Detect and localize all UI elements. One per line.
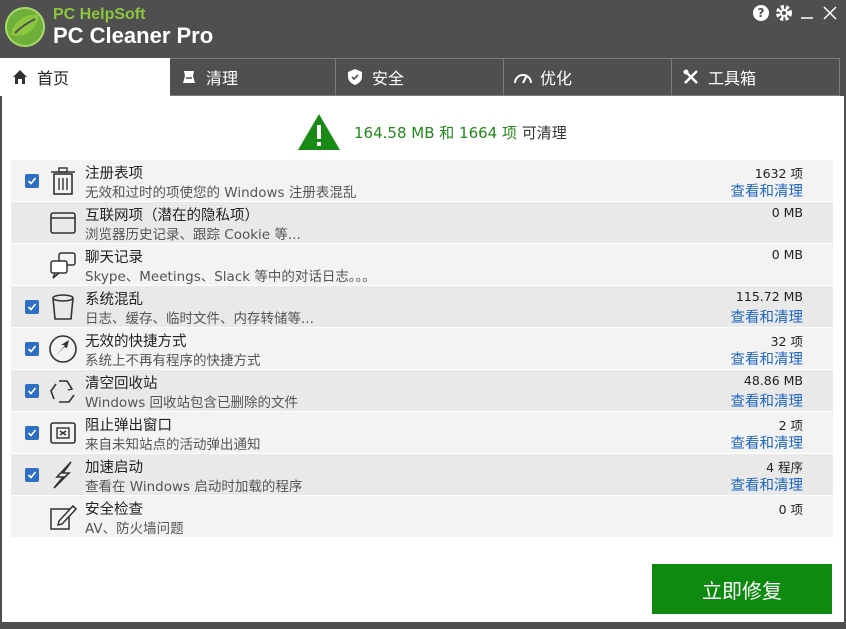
list-item-popups: 阻止弹出窗口 来自未知站点的活动弹出通知 2 项 查看和清理 [11, 412, 833, 454]
tab-optimize[interactable]: 优化 [504, 58, 672, 96]
view-and-clean-link[interactable]: 查看和清理 [731, 390, 804, 411]
chat-bubbles-icon [50, 252, 76, 279]
view-and-clean-link[interactable]: 查看和清理 [731, 348, 804, 369]
shield-icon [344, 66, 366, 88]
trash-can-icon [51, 167, 75, 195]
app-title: PC Cleaner Pro [53, 23, 214, 48]
item-title: 注册表项 [85, 166, 143, 182]
checkbox[interactable] [25, 468, 39, 482]
item-count: 0 项 [778, 502, 803, 517]
item-title: 无效的快捷方式 [85, 334, 187, 350]
close-icon[interactable] [820, 3, 840, 23]
tools-icon [680, 66, 702, 88]
view-and-clean-link[interactable]: 查看和清理 [731, 306, 804, 327]
item-description: 无效和过时的项使您的 Windows 注册表混乱 [85, 185, 357, 201]
tab-toolbox[interactable]: 工具箱 [672, 58, 840, 96]
item-description: Windows 回收站包含已删除的文件 [85, 395, 299, 411]
browser-window-icon [50, 212, 76, 234]
warning-triangle-icon [298, 114, 340, 150]
item-title: 安全检查 [85, 502, 143, 518]
scan-summary: 164.58 MB 和 1664 项 可清理 [296, 112, 567, 152]
item-count: 115.72 MB [735, 289, 803, 304]
brand-subtitle: PC HelpSoft [53, 6, 146, 23]
broom-icon [178, 66, 200, 88]
item-title: 阻止弹出窗口 [85, 418, 172, 434]
home-icon [9, 66, 31, 88]
item-description: Skype、Meetings、Slack 等中的对话日志。。。 [85, 269, 376, 285]
item-description: 系统上不再有程序的快捷方式 [85, 353, 261, 369]
summary-amount: 164.58 MB 和 1664 项 [354, 123, 517, 142]
issue-list: 注册表项 无效和过时的项使您的 Windows 注册表混乱 1632 项 查看和… [11, 160, 833, 538]
item-count: 48.86 MB [743, 373, 803, 388]
list-item-internet: 互联网项（潜在的隐私项） 浏览器历史记录、跟踪 Cookie 等... 0 MB [11, 202, 833, 244]
checkbox[interactable] [25, 384, 39, 398]
popup-block-icon [50, 422, 76, 444]
list-item-startup: 加速启动 查看在 Windows 启动时加载的程序 4 程序 查看和清理 [11, 454, 833, 496]
item-description: 日志、缓存、临时文件、内存转储等... [85, 311, 314, 327]
view-and-clean-link[interactable]: 查看和清理 [731, 474, 804, 495]
tab-label: 安全 [372, 69, 405, 88]
list-item-registry: 注册表项 无效和过时的项使您的 Windows 注册表混乱 1632 项 查看和… [11, 160, 833, 202]
item-title: 系统混乱 [85, 292, 143, 308]
summary-suffix: 可清理 [521, 123, 567, 142]
tab-clean[interactable]: 清理 [170, 58, 336, 96]
item-description: 来自未知站点的活动弹出通知 [85, 437, 261, 453]
item-title: 加速启动 [85, 460, 143, 476]
list-item-system-clutter: 系统混乱 日志、缓存、临时文件、内存转储等... 115.72 MB 查看和清理 [11, 286, 833, 328]
fix-now-button[interactable]: 立即修复 [652, 564, 832, 614]
list-item-recycle-bin: 清空回收站 Windows 回收站包含已删除的文件 48.86 MB 查看和清理 [11, 370, 833, 412]
checkbox[interactable] [25, 426, 39, 440]
checkbox[interactable] [25, 300, 39, 314]
speedometer-icon [512, 66, 534, 88]
leaf-logo-icon [5, 7, 45, 47]
checkbox[interactable] [25, 342, 39, 356]
checkbox[interactable] [25, 174, 39, 188]
help-icon[interactable]: ? [751, 3, 771, 23]
item-title: 清空回收站 [85, 376, 158, 392]
tab-security[interactable]: 安全 [336, 58, 504, 96]
item-description: 查看在 Windows 启动时加载的程序 [85, 479, 303, 495]
tab-label: 首页 [37, 69, 70, 88]
view-and-clean-link[interactable]: 查看和清理 [731, 180, 804, 201]
item-count: 0 MB [771, 247, 803, 262]
lightning-icon [53, 461, 72, 489]
tab-label: 清理 [206, 69, 239, 88]
tab-label: 优化 [540, 69, 573, 88]
svg-text:?: ? [758, 6, 765, 20]
title-bar: PC HelpSoft PC Cleaner Pro ? [0, 0, 846, 58]
item-description: AV、防火墙问题 [85, 521, 184, 537]
recycle-icon [50, 380, 75, 403]
broken-shortcut-icon [49, 335, 77, 363]
pencil-edit-icon [50, 504, 78, 530]
tab-home[interactable]: 首页 [0, 58, 170, 96]
gear-icon[interactable] [774, 3, 794, 23]
list-item-security-check: 安全检查 AV、防火墙问题 0 项 [11, 496, 833, 538]
bin-icon [52, 294, 74, 320]
list-item-chat: 聊天记录 Skype、Meetings、Slack 等中的对话日志。。。 0 M… [11, 244, 833, 286]
item-title: 互联网项（潜在的隐私项） [85, 208, 259, 224]
item-description: 浏览器历史记录、跟踪 Cookie 等... [85, 227, 301, 243]
item-count: 0 MB [771, 205, 803, 220]
list-item-shortcuts: 无效的快捷方式 系统上不再有程序的快捷方式 32 项 查看和清理 [11, 328, 833, 370]
item-title: 聊天记录 [85, 250, 143, 266]
view-and-clean-link[interactable]: 查看和清理 [731, 432, 804, 453]
tab-label: 工具箱 [708, 69, 757, 88]
minimize-icon[interactable] [797, 3, 817, 23]
home-panel: 164.58 MB 和 1664 项 可清理 注册表项 无效和过时的项使您的 W… [2, 96, 844, 622]
main-tabs: 首页 清理 安全 优化 工具箱 [0, 58, 846, 96]
